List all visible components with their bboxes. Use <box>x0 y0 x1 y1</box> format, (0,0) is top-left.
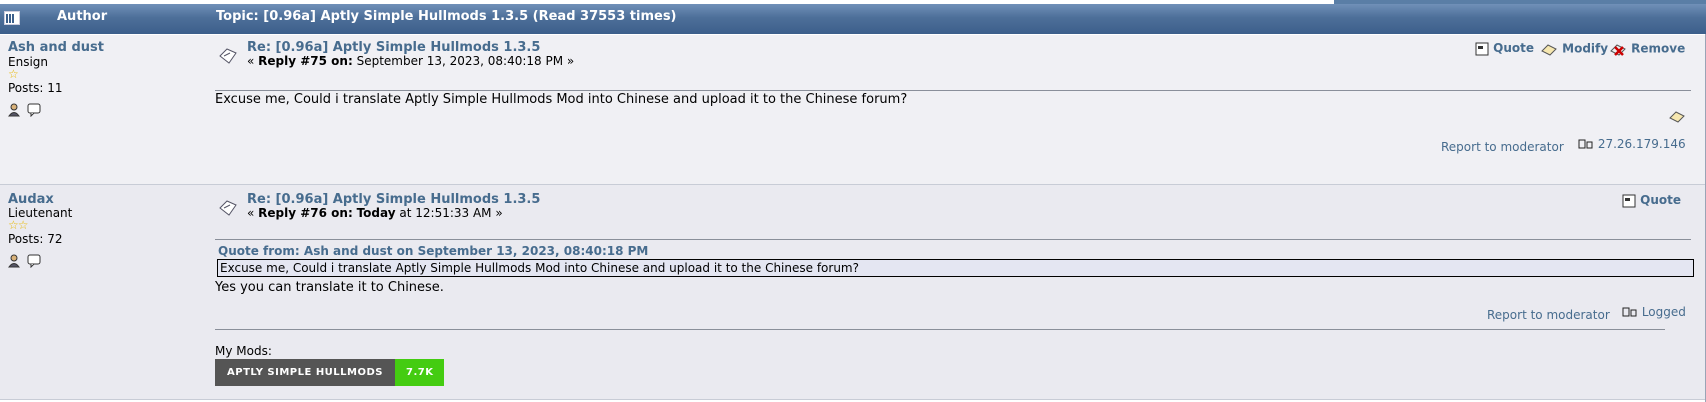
report-to-moderator-link[interactable]: Report to moderator <box>1487 308 1610 322</box>
post-divider <box>215 90 1691 91</box>
reply-info: « Reply #75 on: September 13, 2023, 08:4… <box>247 54 574 68</box>
badge-mod-name: APTLY SIMPLE HULLMODS <box>215 359 396 386</box>
quote-label: Quote <box>1640 193 1682 207</box>
report-to-moderator-link[interactable]: Report to moderator <box>1441 140 1564 154</box>
quote-header-link[interactable]: Quote from: Ash and dust on September 13… <box>218 244 648 258</box>
mod-downloads-badge[interactable]: APTLY SIMPLE HULLMODS 7.7K <box>215 359 445 386</box>
remove-button[interactable]: Remove <box>1609 41 1685 57</box>
rank-stars: ☆ <box>8 67 19 81</box>
post-count: Posts: 72 <box>8 232 63 246</box>
reply-prefix: « <box>247 54 259 68</box>
poster-icons <box>8 254 44 270</box>
reply-date: September 13, 2023, 08:40:18 PM » <box>352 54 575 68</box>
poster-name[interactable]: Audax <box>8 192 54 207</box>
reply-prefix: « <box>247 206 259 220</box>
quote-block: Excuse me, Could i translate Aptly Simpl… <box>217 259 1694 277</box>
rank-stars: ☆☆ <box>8 218 28 232</box>
post-reply-75: Ash and dust Ensign ☆ Posts: 11 Re: [0.9… <box>0 35 1706 185</box>
ip-value: 27.26.179.146 <box>1597 137 1686 151</box>
poster-name[interactable]: Ash and dust <box>8 40 104 55</box>
logged-label: Logged <box>1641 305 1686 319</box>
post-reply-76: Audax Lieutenant ☆☆ Posts: 72 Re: [0.96a… <box>0 185 1706 400</box>
reply-number: Reply #75 on: <box>258 54 353 68</box>
ip-icon <box>1622 307 1637 316</box>
reply-number: Reply #76 on: <box>258 206 353 220</box>
subject-icon <box>219 200 237 216</box>
profile-icon[interactable] <box>8 254 22 268</box>
board-icon <box>4 11 20 25</box>
remove-icon <box>1610 44 1626 56</box>
post-subject-link[interactable]: Re: [0.96a] Aptly Simple Hullmods 1.3.5 <box>247 192 540 207</box>
reply-info: « Reply #76 on: Today at 12:51:33 AM » <box>247 206 503 220</box>
ip-icon <box>1578 139 1593 148</box>
author-column-label: Author <box>57 9 108 24</box>
logged-status: Logged <box>1622 305 1686 320</box>
reply-today: Today <box>356 206 396 220</box>
subject-icon <box>219 48 237 64</box>
modify-icon <box>1541 44 1557 56</box>
modify-label: Modify <box>1562 41 1609 56</box>
topic-header: Author Topic: [0.96a] Aptly Simple Hullm… <box>0 4 1706 34</box>
pm-icon[interactable] <box>27 254 41 268</box>
quote-button[interactable]: Quote <box>1475 41 1534 56</box>
post-body: Excuse me, Could i translate Aptly Simpl… <box>215 92 908 107</box>
post-count: Posts: 11 <box>8 81 63 95</box>
quote-label: Quote <box>1493 41 1535 55</box>
modify-button[interactable]: Modify <box>1540 41 1608 57</box>
quote-icon <box>1622 194 1636 207</box>
report-arrow-icon[interactable] <box>1668 108 1686 124</box>
poster-icons <box>8 103 44 119</box>
post-divider <box>215 239 1691 240</box>
pm-icon[interactable] <box>27 103 41 117</box>
ip-address[interactable]: 27.26.179.146 <box>1578 137 1686 152</box>
post-subject-link[interactable]: Re: [0.96a] Aptly Simple Hullmods 1.3.5 <box>247 40 540 55</box>
remove-label: Remove <box>1631 41 1686 56</box>
signature-divider <box>215 329 1665 330</box>
quote-icon <box>1475 42 1489 55</box>
post-body: Yes you can translate it to Chinese. <box>215 280 444 295</box>
profile-icon[interactable] <box>8 103 22 117</box>
quote-button[interactable]: Quote <box>1622 193 1681 208</box>
reply-date: at 12:51:33 AM » <box>395 206 503 220</box>
topic-title: Topic: [0.96a] Aptly Simple Hullmods 1.3… <box>216 9 677 24</box>
badge-count: 7.7K <box>395 359 445 386</box>
signature-label: My Mods: <box>215 344 272 358</box>
